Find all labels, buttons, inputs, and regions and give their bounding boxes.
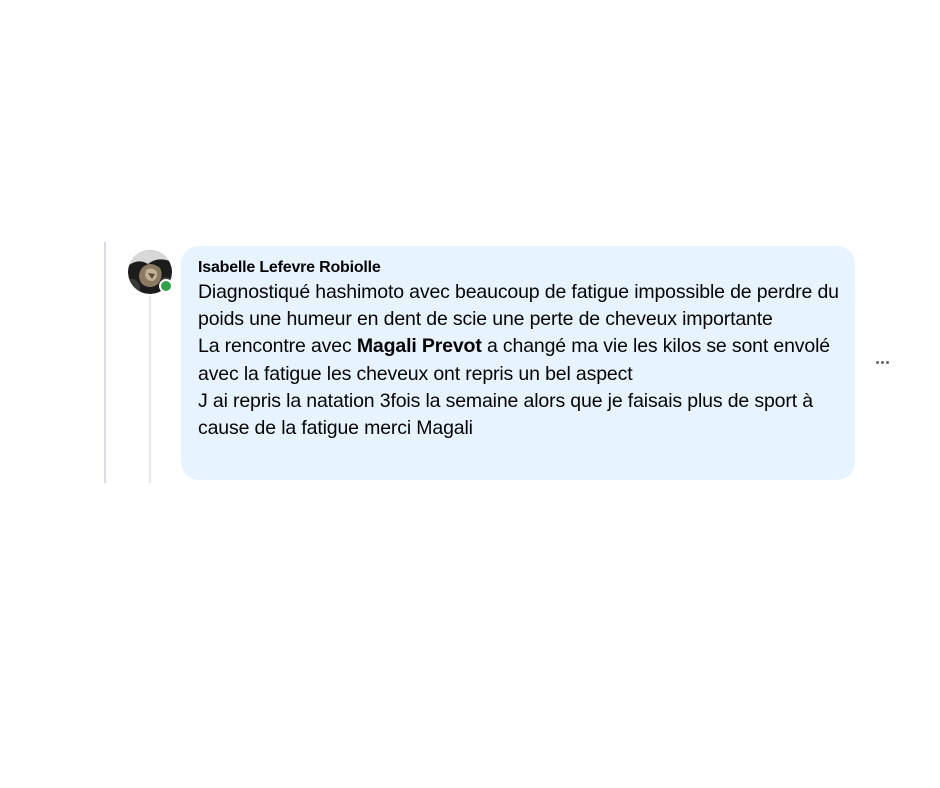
- comment-line: La rencontre avec Magali Prevot a changé…: [198, 333, 839, 387]
- more-horizontal-icon: [875, 360, 879, 364]
- comment-line: J ai repris la natation 3fois la semaine…: [198, 388, 839, 442]
- comment-text-segment: J ai repris la natation 3fois la semaine…: [198, 389, 813, 440]
- more-horizontal-icon-dot: [880, 360, 884, 364]
- comment-author-name[interactable]: Isabelle Lefevre Robiolle: [198, 257, 839, 279]
- online-status-indicator: [159, 279, 173, 293]
- mention-link[interactable]: Magali Prevot: [357, 335, 482, 357]
- comment-line: Diagnostiqué hashimoto avec beaucoup de …: [198, 279, 839, 333]
- comment-text-segment: La rencontre avec: [198, 335, 357, 358]
- comment-bubble: Isabelle Lefevre Robiolle Diagnostiqué h…: [181, 246, 855, 480]
- more-options-button[interactable]: [868, 350, 896, 374]
- comment-body: Diagnostiqué hashimoto avec beaucoup de …: [198, 279, 839, 442]
- reply-thread-line: [149, 296, 151, 483]
- thread-line: [104, 242, 106, 483]
- comment-thread: Isabelle Lefevre Robiolle Diagnostiqué h…: [0, 0, 940, 788]
- avatar[interactable]: [128, 250, 173, 294]
- comment-text-segment: Diagnostiqué hashimoto avec beaucoup de …: [198, 281, 839, 331]
- more-horizontal-icon-dot: [885, 360, 889, 364]
